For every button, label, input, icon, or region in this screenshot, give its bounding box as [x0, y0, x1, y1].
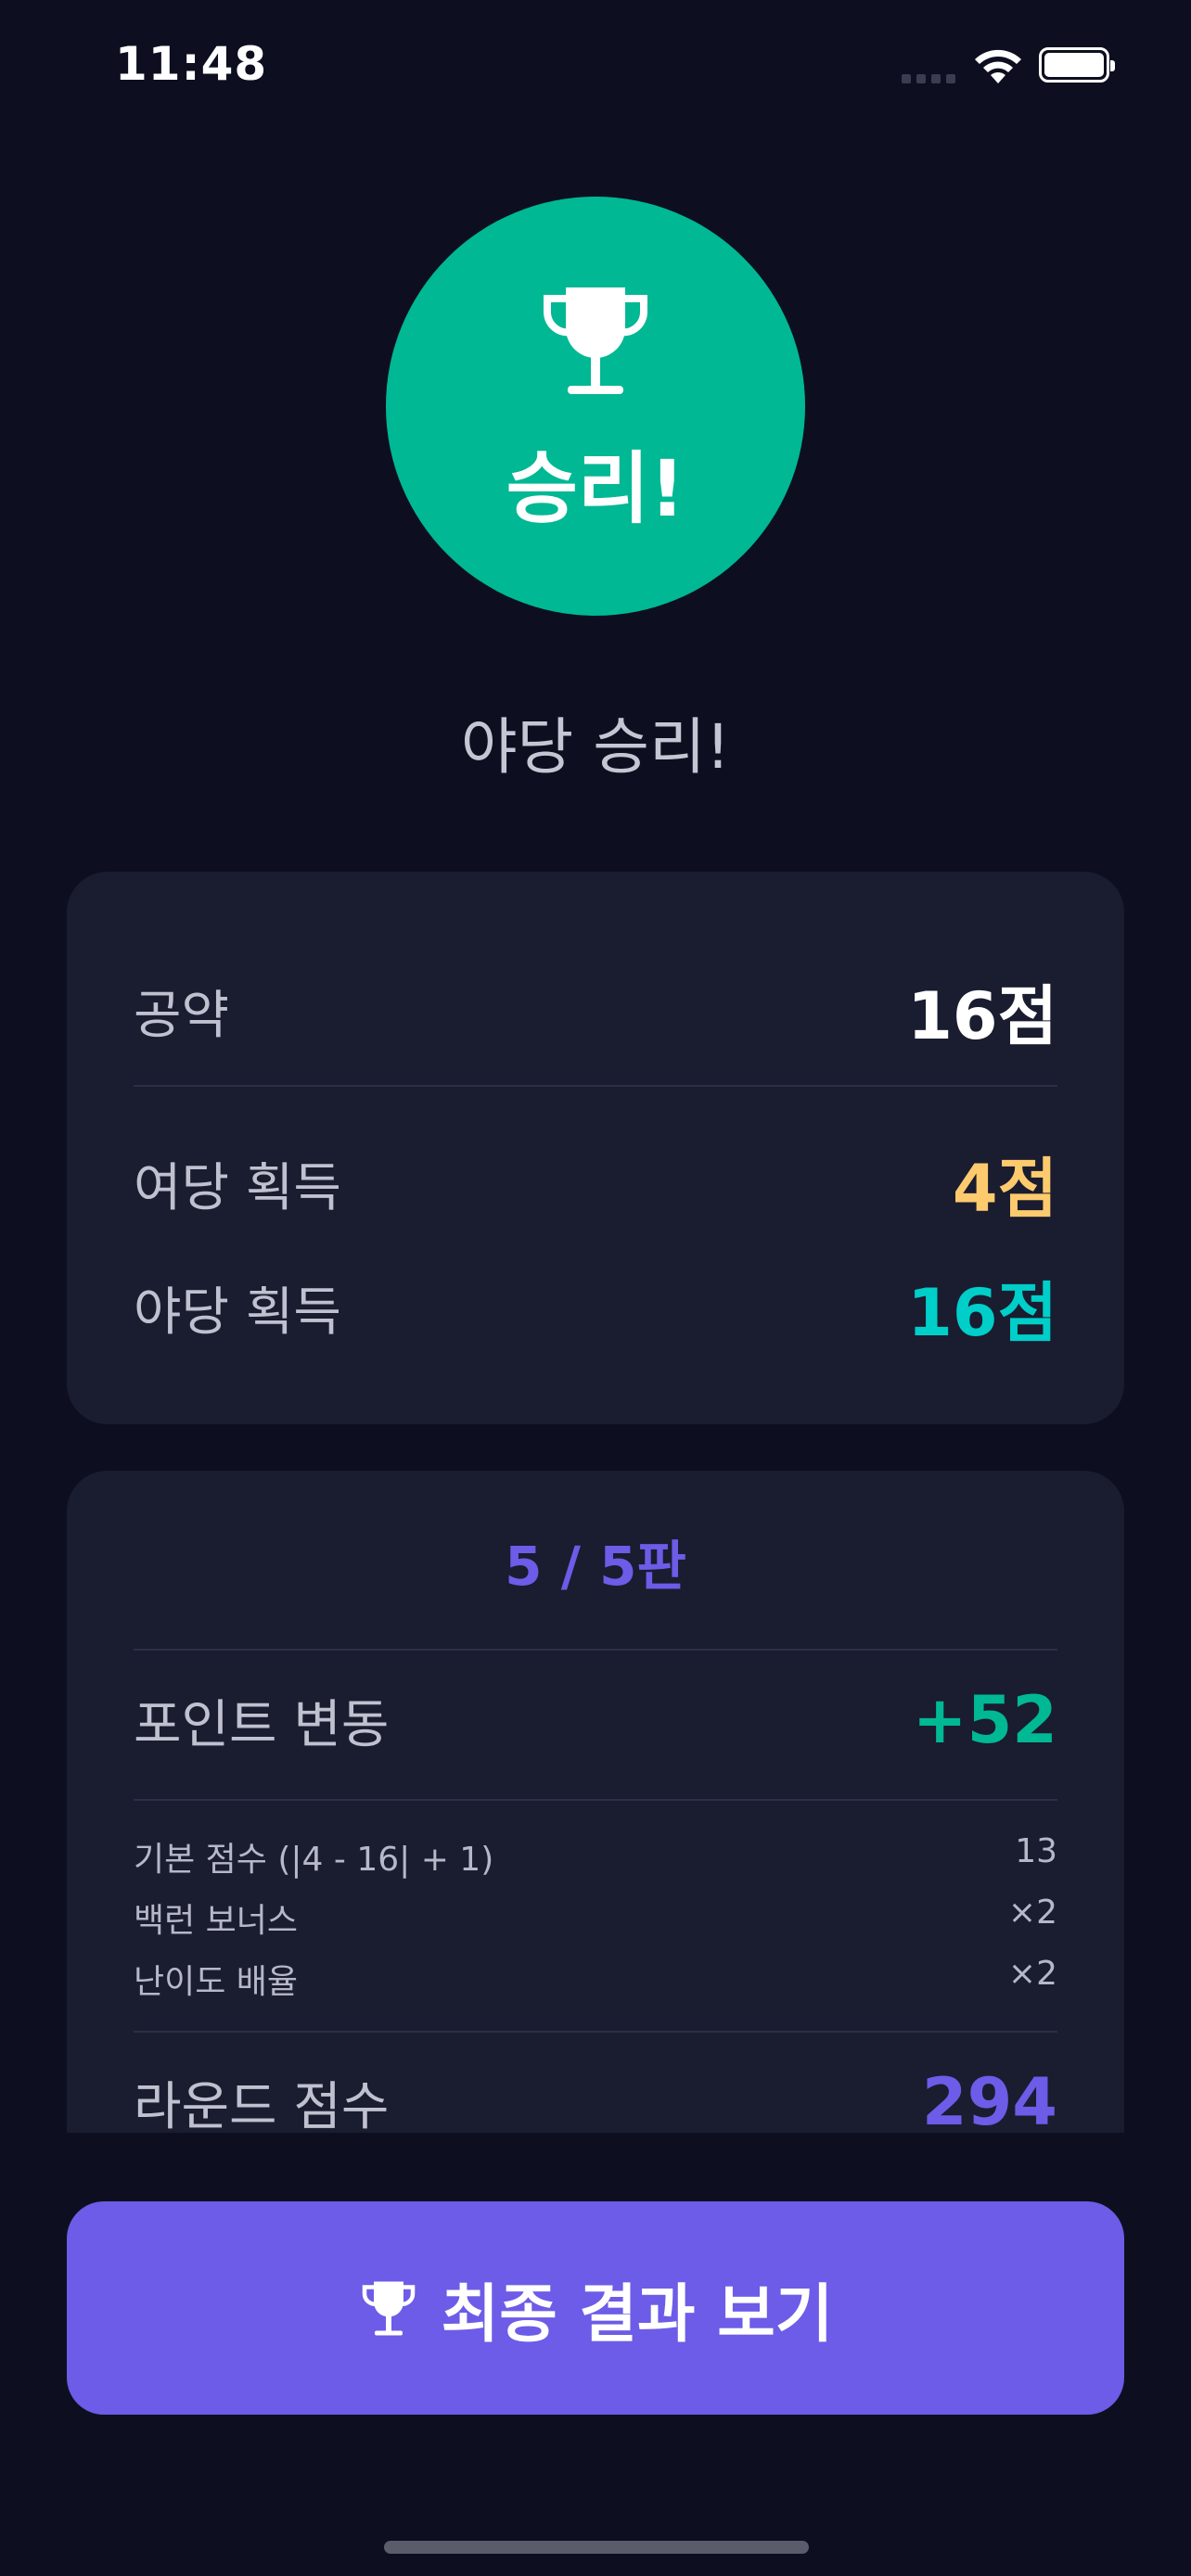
wifi-icon [975, 49, 1021, 83]
point-change-row: 포인트 변동 +52 [134, 1682, 1057, 1758]
divider [134, 2031, 1057, 2033]
cellular-signal-icon [902, 74, 957, 83]
ruling-gain-value: 4점 [952, 1151, 1057, 1227]
detail-row-difficulty: 난이도 배율 ×2 [134, 1955, 1057, 2003]
trophy-icon [543, 287, 648, 394]
ruling-gain-row: 여당 획득 4점 [134, 1137, 1057, 1231]
ruling-gain-label: 여당 획득 [134, 1158, 341, 1218]
detail-value: ×2 [1007, 1955, 1057, 1993]
victory-label: 승리! [506, 443, 685, 534]
pledge-value: 16점 [907, 978, 1057, 1054]
divider [134, 1649, 1057, 1651]
final-results-button[interactable]: 최종 결과 보기 [67, 2201, 1124, 2415]
result-subtitle: 야당 승리! [460, 711, 731, 783]
status-time: 11:48 [115, 37, 268, 91]
divider [134, 1085, 1057, 1087]
score-summary-card: 공약 16점 여당 획득 4점 야당 획득 16점 [67, 872, 1124, 1424]
status-bar: 11:48 [0, 0, 1191, 130]
divider [134, 1799, 1057, 1801]
opposition-gain-label: 야당 획득 [134, 1282, 341, 1343]
point-change-label: 포인트 변동 [134, 1694, 390, 1755]
opposition-gain-value: 16점 [907, 1275, 1057, 1351]
detail-label: 백런 보너스 [134, 1902, 299, 1940]
detail-label: 기본 점수 (|4 - 16| + 1) [134, 1841, 494, 1879]
opposition-gain-row: 야당 획득 16점 [134, 1261, 1057, 1355]
detail-label: 난이도 배율 [134, 1963, 299, 2001]
round-detail-card: 5 / 5판 포인트 변동 +52 기본 점수 (|4 - 16| + 1) 1… [67, 1471, 1124, 2133]
round-score-row: 라운드 점수 294 [134, 2064, 1057, 2133]
round-score-value: 294 [921, 2064, 1057, 2133]
pledge-row: 공약 16점 [134, 964, 1057, 1058]
detail-value: ×2 [1007, 1894, 1057, 1932]
detail-value: 13 [1015, 1832, 1057, 1870]
final-results-label: 최종 결과 보기 [441, 2277, 834, 2352]
home-indicator[interactable] [384, 2541, 809, 2554]
round-score-label: 라운드 점수 [134, 2076, 390, 2134]
trophy-icon [362, 2281, 415, 2336]
detail-row-base-score: 기본 점수 (|4 - 16| + 1) 13 [134, 1832, 1057, 1881]
pledge-label: 공약 [134, 986, 230, 1046]
round-counter: 5 / 5판 [505, 1535, 686, 1598]
detail-row-backrun-bonus: 백런 보너스 ×2 [134, 1894, 1057, 1942]
point-change-value: +52 [912, 1682, 1057, 1758]
battery-icon [1039, 47, 1115, 83]
victory-badge: 승리! [386, 197, 805, 616]
